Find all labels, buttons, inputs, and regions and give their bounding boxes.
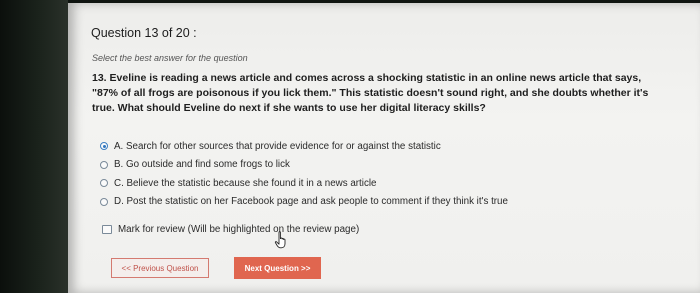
next-question-button[interactable]: Next Question >> xyxy=(234,257,321,279)
option-d-label: D. Post the statistic on her Facebook pa… xyxy=(114,196,508,208)
screen-bezel xyxy=(0,0,68,293)
radio-option-b[interactable] xyxy=(100,160,108,169)
mark-for-review-checkbox[interactable] xyxy=(102,225,112,234)
option-b-label: B. Go outside and find some frogs to lic… xyxy=(114,159,290,171)
question-header: Question 13 of 20 : xyxy=(91,26,197,40)
mark-for-review[interactable]: Mark for review (Will be highlighted on … xyxy=(102,224,359,235)
radio-option-c[interactable] xyxy=(100,179,108,188)
question-instruction: Select the best answer for the question xyxy=(92,53,248,63)
radio-option-d[interactable] xyxy=(100,197,108,206)
previous-question-button[interactable]: << Previous Question xyxy=(111,258,209,278)
option-a[interactable]: A. Search for other sources that provide… xyxy=(100,137,508,156)
hand-pointer-icon xyxy=(274,231,286,249)
option-b[interactable]: B. Go outside and find some frogs to lic… xyxy=(100,156,508,175)
answer-options: A. Search for other sources that provide… xyxy=(100,137,508,211)
option-a-label: A. Search for other sources that provide… xyxy=(114,140,441,152)
option-d[interactable]: D. Post the statistic on her Facebook pa… xyxy=(100,193,508,212)
option-c[interactable]: C. Believe the statistic because she fou… xyxy=(100,174,508,193)
mark-for-review-label: Mark for review (Will be highlighted on … xyxy=(118,224,360,235)
option-c-label: C. Believe the statistic because she fou… xyxy=(114,177,377,189)
question-panel: Question 13 of 20 : Select the best answ… xyxy=(68,3,700,293)
question-text: 13. Eveline is reading a news article an… xyxy=(92,72,649,114)
radio-option-a[interactable] xyxy=(100,142,108,151)
